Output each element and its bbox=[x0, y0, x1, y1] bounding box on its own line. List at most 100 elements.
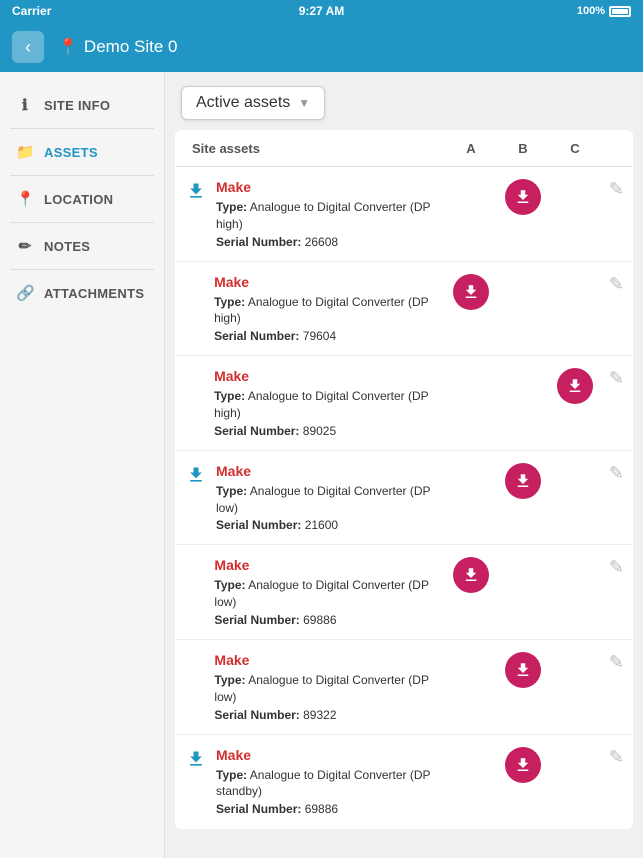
asset-cell-main: MakeType: Analogue to Digital Converter … bbox=[176, 167, 445, 262]
back-button[interactable]: ‹ bbox=[12, 31, 44, 63]
asset-name-label[interactable]: Make bbox=[214, 557, 436, 573]
asset-col-c bbox=[549, 734, 601, 829]
asset-name-label[interactable]: Make bbox=[214, 368, 437, 384]
col-b-download-btn[interactable] bbox=[505, 652, 541, 688]
asset-info: Make Type: Analogue to Digital Converter … bbox=[216, 463, 437, 533]
asset-type-label: Type: Analogue to Digital Converter (DP … bbox=[216, 483, 437, 517]
asset-cell-main: Make Type: Analogue to Digital Converter … bbox=[176, 261, 445, 356]
col-header-c: C bbox=[549, 131, 601, 167]
info-icon: ℹ bbox=[16, 96, 34, 114]
sidebar-item-site-info[interactable]: ℹ SITE INFO bbox=[0, 82, 164, 128]
sidebar-label-attachments: ATTACHMENTS bbox=[44, 286, 144, 301]
edit-icon[interactable]: ✎ bbox=[609, 179, 624, 199]
asset-serial-label: Serial Number: 21600 bbox=[216, 518, 437, 532]
asset-serial-label: Serial Number: 69886 bbox=[216, 802, 437, 816]
col-c-download-btn[interactable] bbox=[557, 368, 593, 404]
asset-name-label[interactable]: Make bbox=[216, 463, 437, 479]
download-left-icon[interactable] bbox=[186, 181, 208, 207]
col-b-download-btn[interactable] bbox=[505, 747, 541, 783]
active-assets-label: Active assets bbox=[196, 94, 290, 112]
col-header-action bbox=[601, 131, 633, 167]
col-b-download-btn[interactable] bbox=[505, 179, 541, 215]
table-row: Make Type: Analogue to Digital Converter … bbox=[176, 450, 633, 545]
asset-info: Make Type: Analogue to Digital Converter … bbox=[214, 368, 437, 438]
content-area: Active assets ▼ Site assets A B C Make Ty… bbox=[165, 72, 643, 858]
edit-icon[interactable]: ✎ bbox=[609, 274, 624, 294]
asset-type-label: Type: Analogue to Digital Converter (DP … bbox=[214, 672, 436, 706]
table-row: Make Type: Analogue to Digital Converter … bbox=[176, 734, 633, 829]
status-icons: 100% bbox=[577, 5, 631, 17]
asset-cell-main: Make Type: Analogue to Digital Converter … bbox=[176, 356, 445, 451]
asset-type-label: Type: Analogue to Digital Converter (DP … bbox=[214, 388, 437, 422]
site-title-label: Demo Site 0 bbox=[84, 37, 178, 57]
asset-info: Make Type: Analogue to Digital Converter … bbox=[216, 747, 437, 817]
asset-edit-cell: ✎ bbox=[601, 639, 633, 734]
col-b-download-btn[interactable] bbox=[505, 463, 541, 499]
asset-name-label[interactable]: Make bbox=[216, 747, 437, 763]
edit-icon[interactable]: ✎ bbox=[609, 652, 624, 672]
edit-icon[interactable]: ✎ bbox=[609, 747, 624, 767]
asset-name-label[interactable]: Make bbox=[216, 179, 437, 195]
edit-icon[interactable]: ✎ bbox=[609, 557, 624, 577]
table-header-row: Site assets A B C bbox=[176, 131, 633, 167]
asset-col-b bbox=[497, 545, 549, 640]
asset-col-a bbox=[445, 639, 497, 734]
asset-cell-main: Make Type: Analogue to Digital Converter … bbox=[176, 450, 445, 545]
asset-edit-cell: ✎ bbox=[601, 167, 633, 262]
battery-icon bbox=[609, 6, 631, 17]
asset-col-c bbox=[549, 639, 601, 734]
top-nav: ‹ 📍 Demo Site 0 bbox=[0, 22, 643, 72]
col-a-download-btn[interactable] bbox=[453, 274, 489, 310]
asset-col-c bbox=[549, 261, 601, 356]
status-bar: Carrier 9:27 AM 100% bbox=[0, 0, 643, 22]
edit-icon[interactable]: ✎ bbox=[609, 463, 624, 483]
time-label: 9:27 AM bbox=[299, 4, 345, 18]
asset-serial-label: Serial Number: 89322 bbox=[214, 708, 436, 722]
sidebar-item-attachments[interactable]: 🔗 ATTACHMENTS bbox=[0, 270, 164, 316]
sidebar-item-notes[interactable]: ✏ NOTES bbox=[0, 223, 164, 269]
table-row: Make Type: Analogue to Digital Converter … bbox=[176, 261, 633, 356]
active-assets-tab[interactable]: Active assets ▼ bbox=[181, 86, 325, 120]
asset-col-b bbox=[497, 734, 549, 829]
col-header-b: B bbox=[497, 131, 549, 167]
asset-edit-cell: ✎ bbox=[601, 356, 633, 451]
sidebar-item-location[interactable]: 📍 LOCATION bbox=[0, 176, 164, 222]
asset-serial-label: Serial Number: 89025 bbox=[214, 424, 437, 438]
asset-col-b bbox=[497, 639, 549, 734]
asset-col-a bbox=[445, 545, 497, 640]
asset-edit-cell: ✎ bbox=[601, 450, 633, 545]
folder-icon: 📁 bbox=[16, 143, 34, 161]
asset-col-c bbox=[549, 545, 601, 640]
asset-info: Make Type: Analogue to Digital Converter … bbox=[214, 652, 436, 722]
back-arrow-icon: ‹ bbox=[25, 37, 31, 58]
edit-icon[interactable]: ✎ bbox=[609, 368, 624, 388]
asset-info: MakeType: Analogue to Digital Converter … bbox=[214, 557, 436, 627]
asset-cell-main: Make Type: Analogue to Digital Converter … bbox=[176, 734, 445, 829]
asset-edit-cell: ✎ bbox=[601, 261, 633, 356]
asset-col-a bbox=[445, 734, 497, 829]
asset-cell-main: Make Type: Analogue to Digital Converter … bbox=[176, 639, 445, 734]
asset-col-a bbox=[445, 167, 497, 262]
table-row: Make Type: Analogue to Digital Converter … bbox=[176, 356, 633, 451]
asset-col-c bbox=[549, 450, 601, 545]
asset-info: Make Type: Analogue to Digital Converter … bbox=[214, 274, 437, 344]
asset-col-b bbox=[497, 356, 549, 451]
sidebar-item-assets[interactable]: 📁 ASSETS bbox=[0, 129, 164, 175]
asset-type-label: Type: Analogue to Digital Converter (DP … bbox=[214, 294, 437, 328]
col-a-download-btn[interactable] bbox=[453, 557, 489, 593]
asset-col-b bbox=[497, 261, 549, 356]
download-left-icon[interactable] bbox=[186, 465, 208, 491]
map-pin-icon: 📍 bbox=[16, 190, 34, 208]
asset-name-label[interactable]: Make bbox=[214, 652, 436, 668]
download-left-icon[interactable] bbox=[186, 749, 208, 775]
asset-type-label: Type: Analogue to Digital Converter (DP … bbox=[216, 767, 437, 801]
asset-col-c bbox=[549, 167, 601, 262]
asset-edit-cell: ✎ bbox=[601, 734, 633, 829]
col-header-site-assets: Site assets bbox=[176, 131, 445, 167]
asset-edit-cell: ✎ bbox=[601, 545, 633, 640]
sidebar-label-assets: ASSETS bbox=[44, 145, 98, 160]
assets-table: Site assets A B C Make Type: Analogue to … bbox=[175, 130, 633, 829]
carrier-label: Carrier bbox=[12, 4, 51, 18]
assets-table-wrapper[interactable]: Site assets A B C Make Type: Analogue to … bbox=[165, 130, 643, 858]
asset-name-label[interactable]: Make bbox=[214, 274, 437, 290]
